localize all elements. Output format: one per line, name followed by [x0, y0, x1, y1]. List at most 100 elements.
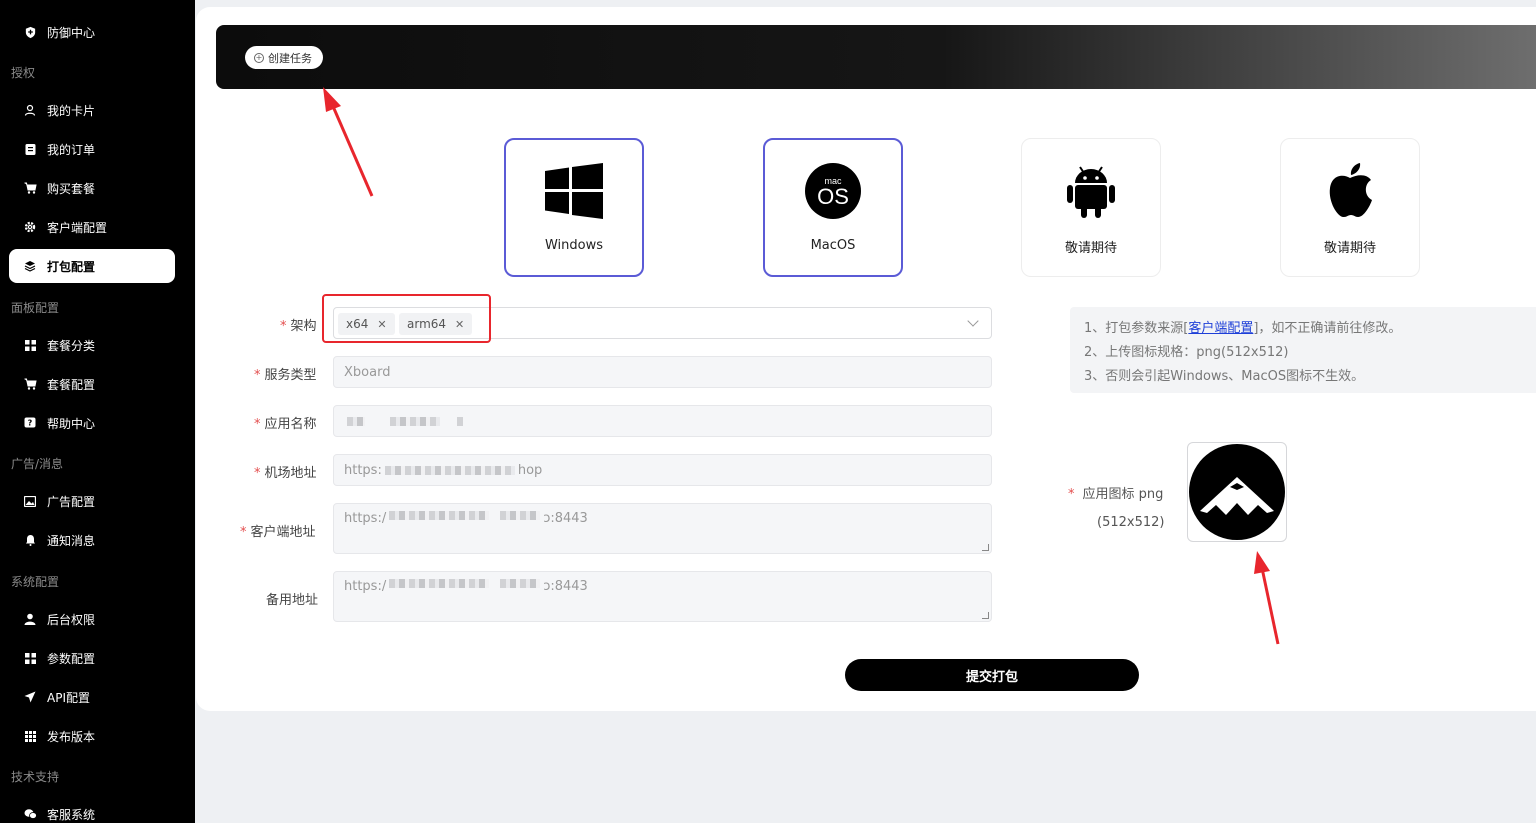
redacted-text — [457, 416, 463, 426]
help-icon: ? — [23, 416, 37, 430]
redacted-text — [500, 579, 541, 588]
dots-grid-icon — [23, 729, 37, 743]
platform-card-android[interactable]: 敬请期待 — [1021, 138, 1161, 277]
app-logo-icon — [1189, 444, 1285, 540]
app-icon-size-hint: (512x512) — [1097, 515, 1165, 530]
sidebar-item-label: 客服系统 — [47, 807, 96, 822]
sidebar-group-panel: 面板配置 — [11, 301, 60, 315]
person-icon — [23, 612, 37, 626]
client-url-label: * 客户端地址 — [240, 525, 316, 540]
shield-icon — [23, 25, 37, 39]
user-icon — [23, 103, 37, 117]
sidebar-item-admin-permissions[interactable]: 后台权限 — [9, 602, 175, 636]
sidebar-item-label: 后台权限 — [47, 612, 96, 627]
sidebar-item-help-center[interactable]: ? 帮助中心 — [9, 406, 175, 440]
sidebar-item-params-config[interactable]: 参数配置 — [9, 641, 175, 675]
sidebar-item-label: 套餐配置 — [47, 377, 96, 392]
sidebar-item-api-config[interactable]: API配置 — [9, 680, 175, 714]
sidebar-item-label: 打包配置 — [47, 259, 96, 274]
chevron-down-icon — [967, 315, 979, 327]
platform-label: Windows — [544, 238, 604, 253]
redacted-text — [390, 416, 440, 426]
sidebar-item-plan-category[interactable]: 套餐分类 — [9, 328, 175, 362]
sidebar-item-customer-service[interactable]: 客服系统 — [9, 797, 175, 823]
sidebar-item-buy-plan[interactable]: 购买套餐 — [9, 171, 175, 205]
macos-icon: mac OS — [804, 162, 862, 220]
sidebar-group-auth: 授权 — [11, 66, 36, 80]
airport-url-label: * 机场地址 — [254, 466, 317, 481]
sidebar-item-label: 我的订单 — [47, 142, 96, 157]
arch-label: * 架构 — [280, 319, 317, 334]
service-type-input[interactable]: Xboard — [333, 356, 992, 388]
bell-icon — [23, 533, 37, 547]
sidebar-item-label: API配置 — [47, 690, 90, 705]
platform-card-macos[interactable]: mac OS MacOS — [763, 138, 903, 277]
platform-card-windows[interactable]: Windows — [504, 138, 644, 277]
service-type-value: Xboard — [344, 364, 391, 380]
resize-handle[interactable] — [982, 612, 989, 619]
redacted-text — [389, 579, 490, 588]
sidebar-item-label: 购买套餐 — [47, 181, 96, 196]
app-name-label: * 应用名称 — [254, 417, 317, 432]
sidebar-item-my-orders[interactable]: 我的订单 — [9, 132, 175, 166]
backup-url-label: 备用地址 — [266, 593, 319, 608]
platform-card-ios[interactable]: 敬请期待 — [1280, 138, 1420, 277]
instructions-panel: 1、打包参数来源[客户端配置]，如不正确请前往修改。 2、上传图标规格：png(… — [1070, 307, 1536, 393]
chat-icon — [23, 807, 37, 821]
sidebar-item-label: 发布版本 — [47, 729, 96, 744]
sidebar-group-support: 技术支持 — [11, 770, 60, 784]
client-url-textarea[interactable]: https:/ ɔ:8443 — [333, 503, 992, 554]
clipboard-icon — [23, 142, 37, 156]
apple-icon — [1326, 161, 1374, 219]
sidebar-item-label: 通知消息 — [47, 533, 96, 548]
sidebar-item-label: 参数配置 — [47, 651, 96, 666]
sidebar-item-label: 防御中心 — [47, 25, 96, 40]
redacted-text — [500, 511, 541, 520]
grid-icon — [23, 651, 37, 665]
sidebar-item-my-cards[interactable]: 我的卡片 — [9, 93, 175, 127]
sidebar-item-notifications[interactable]: 通知消息 — [9, 523, 175, 557]
android-icon — [1066, 161, 1116, 219]
sidebar-item-ad-config[interactable]: 广告配置 — [9, 484, 175, 518]
sidebar-item-release-version[interactable]: 发布版本 — [9, 719, 175, 753]
windows-icon — [545, 162, 603, 220]
create-task-button[interactable]: + 创建任务 — [245, 46, 323, 69]
redacted-text — [384, 465, 515, 475]
note-line-2: 2、上传图标规格：png(512x512) — [1084, 345, 1289, 360]
gear-icon — [23, 220, 37, 234]
resize-handle[interactable] — [982, 544, 989, 551]
sidebar-group-ads: 广告/消息 — [11, 457, 64, 471]
redacted-text — [347, 416, 365, 426]
create-task-label: 创建任务 — [268, 51, 312, 65]
sidebar: 防御中心 授权 我的卡片 我的订单 购买套餐 客户端配置 打包配置 面板配置 套… — [0, 0, 195, 823]
platform-label: 敬请期待 — [1064, 241, 1117, 256]
sidebar-item-label: 帮助中心 — [47, 416, 96, 431]
cart-icon — [23, 181, 37, 195]
note-line-1: 1、打包参数来源[客户端配置]，如不正确请前往修改。 — [1084, 321, 1402, 336]
platform-label: MacOS — [810, 238, 856, 253]
sidebar-item-plan-config[interactable]: 套餐配置 — [9, 367, 175, 401]
sidebar-item-label: 我的卡片 — [47, 103, 96, 118]
header-banner — [216, 25, 1536, 89]
platform-label: 敬请期待 — [1323, 241, 1376, 256]
redacted-text — [389, 511, 490, 520]
layers-icon — [23, 259, 37, 273]
sidebar-group-system: 系统配置 — [11, 575, 60, 589]
grid-icon — [23, 338, 37, 352]
submit-pack-button[interactable]: 提交打包 — [845, 659, 1139, 691]
sidebar-item-pack-config[interactable]: 打包配置 — [9, 249, 175, 283]
sidebar-item-label: 广告配置 — [47, 494, 96, 509]
app-icon-upload[interactable] — [1187, 442, 1287, 542]
sidebar-item-client-config[interactable]: 客户端配置 — [9, 210, 175, 244]
airport-url-input[interactable]: https: hop — [333, 454, 992, 486]
sidebar-item-label: 客户端配置 — [47, 220, 108, 235]
app-icon-label: * 应用图标 png — [1068, 487, 1164, 502]
note-line-3: 3、否则会引起Windows、MacOS图标不生效。 — [1084, 369, 1365, 384]
sidebar-item-defense-center[interactable]: 防御中心 — [9, 15, 175, 49]
cart-icon — [23, 377, 37, 391]
client-config-link[interactable]: 客户端配置 — [1188, 321, 1253, 336]
plus-circle-icon: + — [254, 52, 264, 63]
app-name-input[interactable] — [333, 405, 992, 437]
backup-url-textarea[interactable]: https:/ ɔ:8443 — [333, 571, 992, 622]
send-icon — [23, 690, 37, 704]
